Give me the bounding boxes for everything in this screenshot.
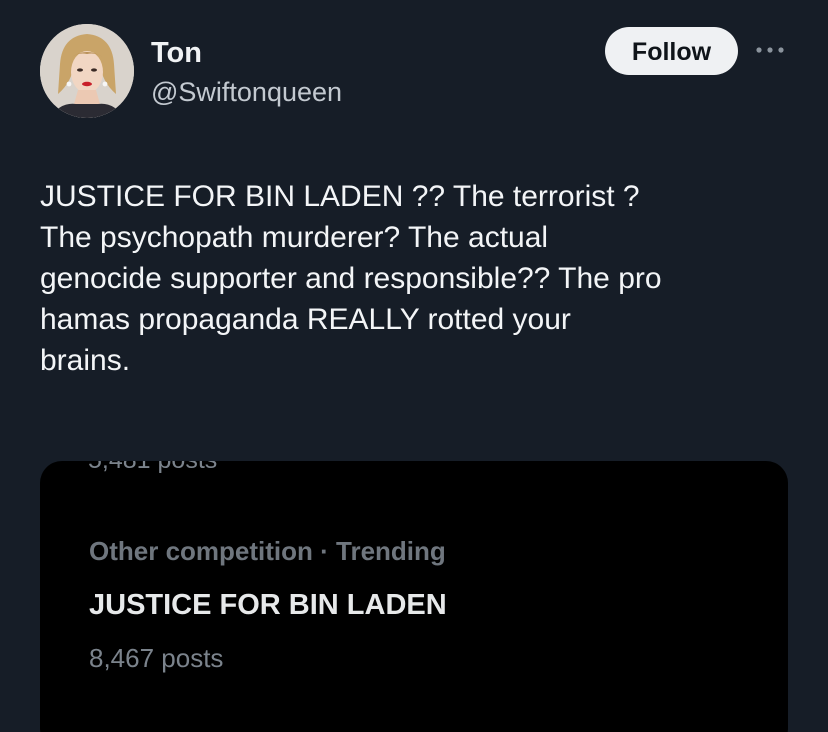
more-options-icon[interactable] (752, 44, 788, 56)
avatar-photo-icon (40, 24, 134, 118)
trend-card[interactable]: 5,481 posts Other competition · Trending… (40, 461, 788, 732)
follow-button[interactable]: Follow (605, 27, 738, 75)
author-handle[interactable]: @Swiftonqueen (151, 76, 342, 108)
tweet-text: JUSTICE FOR BIN LADEN ?? The terrorist ?… (40, 180, 662, 377)
trend-title[interactable]: JUSTICE FOR BIN LADEN (89, 587, 447, 623)
trend-cutoff-text: 5,481 posts (88, 461, 217, 475)
author-name[interactable]: Ton (151, 36, 202, 70)
trend-category: Other competition · Trending (89, 536, 446, 566)
trend-post-count: 8,467 posts (89, 643, 224, 673)
tweet-container: Ton @Swiftonqueen Follow JUSTICE FOR BIN… (0, 0, 828, 732)
author-avatar[interactable] (40, 24, 134, 118)
